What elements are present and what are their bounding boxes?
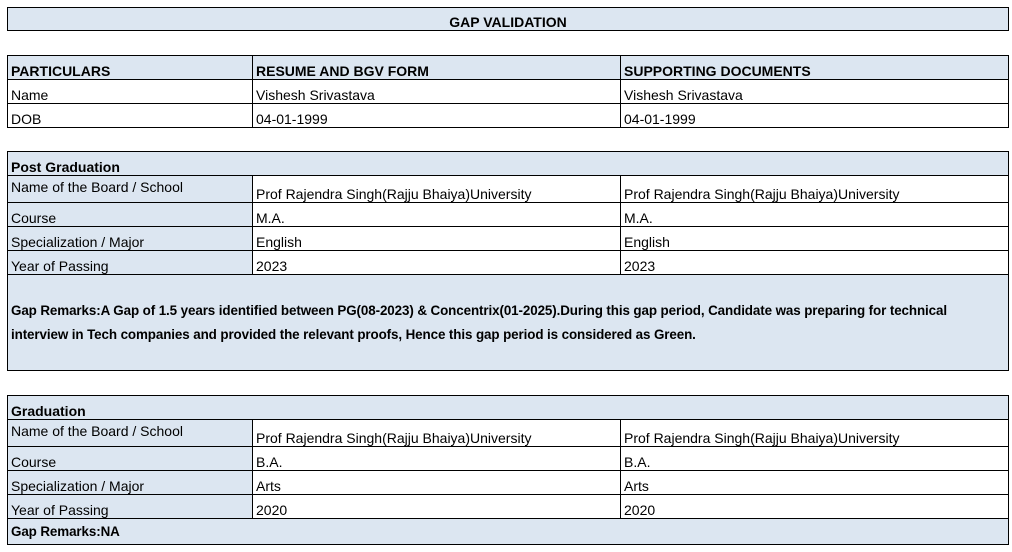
- supporting-value: Arts: [620, 470, 1009, 495]
- header-particulars: PARTICULARS: [7, 55, 253, 80]
- row-label: DOB: [7, 103, 253, 128]
- resume-value: Vishesh Srivastava: [252, 79, 621, 104]
- table-row: Year of Passing 2020 2020: [7, 494, 1009, 519]
- row-label: Name: [7, 79, 253, 104]
- resume-value: B.A.: [252, 446, 621, 471]
- table-row: Year of Passing 2023 2023: [7, 250, 1009, 275]
- supporting-value: Prof Rajendra Singh(Rajju Bhaiya)Univers…: [620, 419, 1009, 447]
- row-label: Name of the Board / School: [7, 419, 253, 447]
- header-resume: RESUME AND BGV FORM: [252, 55, 621, 80]
- table-row: Name of the Board / School Prof Rajendra…: [7, 419, 1009, 447]
- table-row: Name Vishesh Srivastava Vishesh Srivasta…: [7, 79, 1009, 104]
- supporting-value: English: [620, 226, 1009, 251]
- resume-value: M.A.: [252, 202, 621, 227]
- resume-value: 04-01-1999: [252, 103, 621, 128]
- supporting-value: 2023: [620, 250, 1009, 275]
- row-label: Specialization / Major: [7, 470, 253, 495]
- supporting-value: M.A.: [620, 202, 1009, 227]
- row-label: Name of the Board / School: [7, 175, 253, 203]
- supporting-value: Prof Rajendra Singh(Rajju Bhaiya)Univers…: [620, 175, 1009, 203]
- gap-remarks: Gap Remarks:NA: [7, 518, 1009, 545]
- graduation-table: Graduation Name of the Board / School Pr…: [7, 395, 1009, 545]
- row-label: Year of Passing: [7, 250, 253, 275]
- row-label: Course: [7, 202, 253, 227]
- section-heading: Graduation: [7, 395, 1009, 420]
- header-supporting: SUPPORTING DOCUMENTS: [620, 55, 1009, 80]
- resume-value: Prof Rajendra Singh(Rajju Bhaiya)Univers…: [252, 175, 621, 203]
- resume-value: Prof Rajendra Singh(Rajju Bhaiya)Univers…: [252, 419, 621, 447]
- row-label: Specialization / Major: [7, 226, 253, 251]
- particulars-table: PARTICULARS RESUME AND BGV FORM SUPPORTI…: [7, 55, 1009, 128]
- row-label: Year of Passing: [7, 494, 253, 519]
- supporting-value: B.A.: [620, 446, 1009, 471]
- supporting-value: 04-01-1999: [620, 103, 1009, 128]
- post-graduation-table: Post Graduation Name of the Board / Scho…: [7, 151, 1009, 371]
- resume-value: Arts: [252, 470, 621, 495]
- table-row: Specialization / Major Arts Arts: [7, 470, 1009, 495]
- table-row: Specialization / Major English English: [7, 226, 1009, 251]
- gap-remarks: Gap Remarks:A Gap of 1.5 years identifie…: [7, 274, 1009, 371]
- section-heading: Post Graduation: [7, 151, 1009, 176]
- table-row: Course M.A. M.A.: [7, 202, 1009, 227]
- resume-value: 2023: [252, 250, 621, 275]
- resume-value: English: [252, 226, 621, 251]
- table-row: Course B.A. B.A.: [7, 446, 1009, 471]
- title-table: GAP VALIDATION: [7, 7, 1009, 31]
- row-label: Course: [7, 446, 253, 471]
- supporting-value: Vishesh Srivastava: [620, 79, 1009, 104]
- table-row: DOB 04-01-1999 04-01-1999: [7, 103, 1009, 128]
- supporting-value: 2020: [620, 494, 1009, 519]
- page-title: GAP VALIDATION: [7, 7, 1009, 31]
- table-row: Name of the Board / School Prof Rajendra…: [7, 175, 1009, 203]
- resume-value: 2020: [252, 494, 621, 519]
